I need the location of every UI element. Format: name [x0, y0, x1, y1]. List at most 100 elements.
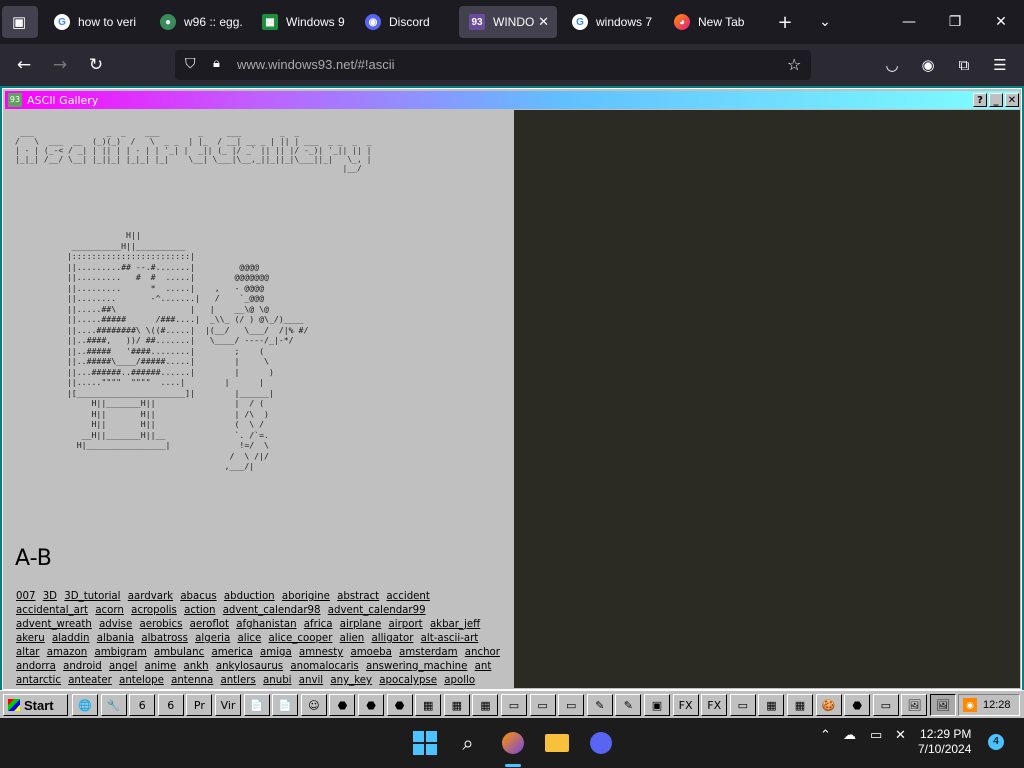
taskbar-app-button[interactable]: ⬣ [358, 694, 384, 716]
pocket-icon[interactable]: ◡ [880, 53, 904, 77]
gallery-link[interactable]: advent_calendar98 [223, 605, 321, 616]
taskbar-app-button[interactable]: 🖼 [901, 694, 928, 716]
taskbar-app-button[interactable]: 🍪 [815, 694, 842, 716]
taskbar-app-button[interactable]: Vir [215, 694, 241, 716]
gallery-link[interactable]: antlers [220, 675, 255, 686]
gallery-link[interactable]: abduction [224, 591, 275, 602]
gallery-link[interactable]: 3D [43, 591, 57, 602]
extensions-icon[interactable]: ⧉ [952, 53, 976, 77]
account-icon[interactable]: ◉ [916, 53, 940, 77]
gallery-link[interactable]: 007 [16, 591, 35, 602]
taskbar-app-button[interactable]: ☺ [300, 694, 327, 716]
gallery-link[interactable]: abstract [337, 591, 379, 602]
gallery-link[interactable]: albania [97, 633, 134, 644]
taskbar-app-button[interactable]: Pr [186, 694, 213, 716]
discord-taskbar-icon[interactable] [588, 730, 614, 756]
taskbar-app-button[interactable]: 🌐 [72, 694, 98, 716]
taskbar-app-button[interactable]: ▦ [415, 694, 442, 716]
gallery-link[interactable]: aladdin [52, 633, 90, 644]
taskbar-app-button[interactable]: 📄 [272, 694, 299, 716]
tab-w96-egg[interactable]: ● w96 :: egg. [150, 6, 250, 38]
gallery-link[interactable]: alice [238, 633, 262, 644]
gallery-link[interactable]: ambigram [94, 647, 146, 658]
gallery-link[interactable]: amoeba [351, 647, 392, 658]
gallery-link[interactable]: ambulanc [154, 647, 204, 658]
gallery-link[interactable]: amazon [47, 647, 87, 658]
mute-icon[interactable]: ✕ [895, 728, 906, 743]
gallery-link[interactable]: aborigine [282, 591, 330, 602]
gallery-link[interactable]: aerobics [139, 619, 182, 630]
taskbar-app-button[interactable]: 🔧 [100, 694, 127, 716]
gallery-link[interactable]: africa [304, 619, 333, 630]
taskbar-app-button[interactable]: ▦ [787, 694, 813, 716]
gallery-link[interactable]: akeru [16, 633, 45, 644]
menu-icon[interactable]: ☰ [988, 53, 1012, 77]
taskbar-app-button[interactable]: 6 [157, 694, 184, 716]
gallery-link[interactable]: action [184, 605, 215, 616]
url-bar[interactable]: ⛉ 🔒︎ www.windows93.net/#!ascii ☆ [175, 50, 811, 80]
back-icon[interactable]: ← [12, 53, 36, 77]
gallery-link[interactable]: anteater [68, 675, 112, 686]
close-window-icon[interactable]: ✕ [986, 10, 1016, 34]
gallery-link[interactable]: aeroflot [190, 619, 229, 630]
taskbar-app-button[interactable]: 📄 [243, 694, 270, 716]
taskbar-app-button[interactable]: ▦ [472, 694, 499, 716]
gallery-link[interactable]: altar [16, 647, 40, 658]
taskbar-app-button[interactable]: 🖼 [930, 694, 956, 716]
reload-icon[interactable]: ↻ [84, 53, 108, 77]
window-titlebar[interactable]: 93 ASCII Gallery ? _ ✕ [5, 91, 1019, 109]
lock-icon[interactable]: 🔒︎ [213, 56, 220, 71]
taskbar-app-button[interactable]: FX [672, 694, 699, 716]
gallery-link[interactable]: akbar_jeff [430, 619, 480, 630]
gallery-link[interactable]: algeria [195, 633, 230, 644]
new-tab-button[interactable]: + [770, 10, 800, 34]
taskbar-app-button[interactable]: ▦ [758, 694, 785, 716]
taskbar-app-button[interactable]: ▭ [872, 694, 899, 716]
help-button[interactable]: ? [973, 93, 987, 107]
taskbar-app-button[interactable]: ▭ [529, 694, 556, 716]
taskbar-app-button[interactable]: ✎ [586, 694, 613, 716]
tab-new-tab[interactable]: ◕ New Tab [664, 6, 764, 38]
gallery-link[interactable]: albatross [141, 633, 188, 644]
bookmark-star-icon[interactable]: ☆ [787, 55, 801, 74]
chevron-up-icon[interactable]: ⌃ [820, 728, 831, 743]
minimize-window-icon[interactable]: — [894, 10, 924, 34]
gallery-link[interactable]: ankylosaurus [216, 661, 283, 672]
gallery-link[interactable]: alt-ascii-art [421, 633, 479, 644]
gallery-content[interactable]: ___ _ _ ___ _ ___ _ _ / \ ___ __ (_)(_) … [5, 110, 513, 688]
taskbar-app-button[interactable]: ▣ [644, 694, 670, 716]
gallery-link[interactable]: anime [145, 661, 177, 672]
windows-start-icon[interactable] [412, 730, 438, 756]
firefox-taskbar-icon[interactable] [500, 730, 526, 756]
gallery-link[interactable]: apollo [444, 675, 475, 686]
gallery-link[interactable]: airplane [340, 619, 382, 630]
taskbar-app-button[interactable]: FX [701, 694, 728, 716]
tab-overview-button[interactable]: ▣ [2, 6, 38, 38]
file-explorer-icon[interactable] [544, 730, 570, 756]
taskbar-app-button[interactable]: 6 [129, 694, 156, 716]
taskbar-app-button[interactable]: ▭ [729, 694, 756, 716]
notification-badge[interactable]: 4 [988, 734, 1004, 750]
taskbar-app-button[interactable]: ▭ [501, 694, 527, 716]
tab-list-button[interactable]: ⌄ [810, 10, 840, 34]
gallery-link[interactable]: advent_wreath [16, 619, 92, 630]
windows-clock[interactable]: 12:29 PM 7/10/2024 [918, 727, 971, 757]
tab-close-icon[interactable]: ✕ [538, 14, 549, 30]
tab-windows-7[interactable]: G windows 7 [562, 6, 662, 38]
gallery-link[interactable]: anomalocaris [290, 661, 358, 672]
taskbar-app-button[interactable]: ▦ [443, 694, 470, 716]
gallery-link[interactable]: afghanistan [236, 619, 296, 630]
gallery-link[interactable]: antenna [171, 675, 213, 686]
gallery-link[interactable]: any_key [330, 675, 372, 686]
display-icon[interactable]: ▭ [870, 728, 882, 743]
tab-how-to-veri[interactable]: G how to veri [44, 6, 144, 38]
gallery-link[interactable]: amsterdam [399, 647, 457, 658]
gallery-link[interactable]: alien [340, 633, 365, 644]
gallery-link[interactable]: alice_cooper [269, 633, 333, 644]
maximize-window-icon[interactable]: ❐ [940, 10, 970, 34]
gallery-link[interactable]: alligator [372, 633, 414, 644]
gallery-link[interactable]: accidental_art [16, 605, 88, 616]
gallery-link[interactable]: acorn [95, 605, 124, 616]
gallery-link[interactable]: anchor [465, 647, 500, 658]
url-text[interactable]: www.windows93.net/#!ascii [237, 57, 395, 72]
